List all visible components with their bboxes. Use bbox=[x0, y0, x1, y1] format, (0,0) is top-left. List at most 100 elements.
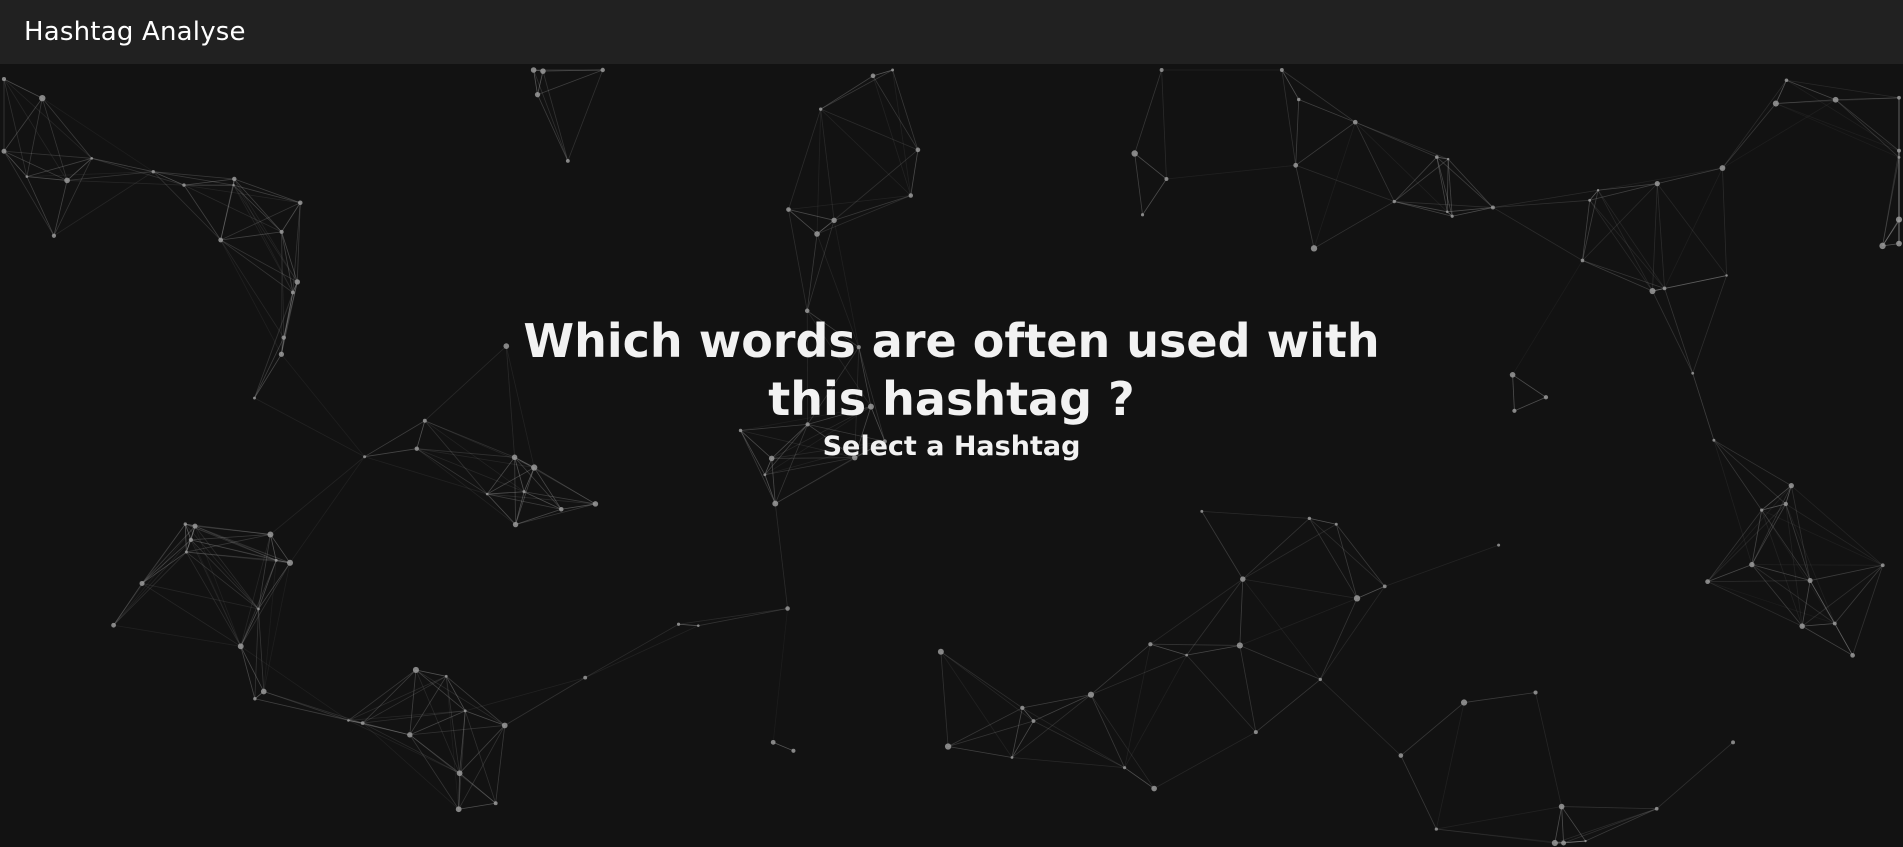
network-node bbox=[1392, 199, 1396, 204]
network-link bbox=[515, 503, 596, 525]
network-link bbox=[1394, 158, 1449, 202]
network-link bbox=[1090, 694, 1155, 789]
network-link bbox=[141, 525, 196, 584]
network-link bbox=[153, 171, 234, 186]
app-title: Hashtag Analyse bbox=[24, 17, 246, 47]
network-link bbox=[3, 78, 92, 159]
network-link bbox=[1713, 439, 1763, 511]
network-link bbox=[1186, 645, 1240, 656]
network-link bbox=[254, 698, 349, 721]
network-node bbox=[232, 176, 237, 182]
network-link bbox=[1239, 645, 1257, 733]
network-node bbox=[1020, 705, 1025, 711]
network-node bbox=[237, 643, 244, 650]
network-node bbox=[278, 351, 285, 357]
network-link bbox=[220, 239, 285, 338]
network-link bbox=[1664, 167, 1723, 289]
network-node bbox=[1551, 839, 1558, 847]
network-node bbox=[414, 446, 419, 451]
network-link bbox=[1751, 564, 1811, 581]
network-node bbox=[1240, 576, 1246, 582]
network-link bbox=[1161, 69, 1167, 179]
network-node bbox=[253, 396, 256, 400]
network-node bbox=[1148, 642, 1153, 647]
network-link bbox=[1554, 808, 1657, 844]
network-node bbox=[294, 279, 301, 285]
network-link bbox=[1242, 518, 1310, 580]
network-link bbox=[1295, 99, 1300, 166]
network-link bbox=[1447, 158, 1494, 208]
network-link bbox=[1255, 679, 1321, 733]
network-node bbox=[257, 607, 260, 611]
network-link bbox=[348, 720, 410, 736]
network-link bbox=[41, 97, 93, 159]
network-link bbox=[153, 171, 235, 180]
network-link bbox=[186, 551, 259, 610]
network-node bbox=[407, 732, 413, 738]
network-link bbox=[495, 725, 506, 804]
network-link bbox=[26, 176, 55, 236]
network-node bbox=[1788, 482, 1794, 489]
network-node bbox=[1543, 395, 1549, 400]
network-node bbox=[565, 158, 570, 163]
network-node bbox=[870, 73, 876, 79]
network-link bbox=[1090, 694, 1125, 768]
network-node bbox=[1446, 157, 1450, 161]
network-link bbox=[1384, 544, 1499, 587]
network-link bbox=[220, 185, 234, 241]
network-link bbox=[1335, 524, 1358, 599]
network-node bbox=[534, 92, 541, 98]
network-node bbox=[347, 719, 350, 722]
network-link bbox=[424, 420, 488, 495]
network-link bbox=[1150, 578, 1244, 645]
network-link bbox=[1722, 103, 1777, 169]
network-link bbox=[1713, 439, 1787, 505]
network-node bbox=[253, 697, 257, 701]
network-node bbox=[1159, 68, 1164, 72]
network-node bbox=[1584, 839, 1587, 843]
network-node bbox=[1588, 198, 1592, 202]
network-link bbox=[504, 677, 586, 726]
network-node bbox=[1236, 642, 1243, 649]
network-link bbox=[772, 608, 789, 743]
network-link bbox=[816, 109, 822, 235]
network-node bbox=[908, 193, 914, 198]
network-node bbox=[786, 207, 791, 212]
network-link bbox=[26, 176, 68, 181]
network-node bbox=[182, 183, 186, 187]
network-node bbox=[139, 580, 145, 586]
network-node bbox=[1760, 508, 1764, 512]
network-link bbox=[487, 493, 596, 505]
network-node bbox=[1712, 438, 1716, 442]
network-node bbox=[274, 558, 278, 562]
network-link bbox=[1722, 99, 1836, 169]
network-node bbox=[281, 335, 286, 340]
network-link bbox=[445, 675, 506, 726]
network-link bbox=[1134, 153, 1143, 215]
network-node bbox=[1497, 543, 1501, 547]
network-node bbox=[1293, 162, 1299, 168]
network-node bbox=[1784, 78, 1789, 83]
network-link bbox=[1786, 79, 1900, 99]
network-link bbox=[113, 624, 241, 647]
network-node bbox=[891, 68, 895, 72]
network-node bbox=[791, 748, 796, 753]
network-link bbox=[816, 220, 835, 235]
network-link bbox=[1090, 654, 1187, 696]
network-link bbox=[194, 525, 242, 647]
network-link bbox=[585, 625, 699, 678]
network-link bbox=[3, 97, 43, 152]
network-link bbox=[1166, 164, 1296, 180]
network-link bbox=[1801, 625, 1853, 656]
network-node bbox=[1398, 753, 1404, 758]
network-link bbox=[940, 651, 1013, 758]
select-hashtag-prompt[interactable]: Select a Hashtag bbox=[490, 430, 1413, 464]
network-link bbox=[1281, 69, 1297, 166]
network-link bbox=[1512, 374, 1547, 398]
network-link bbox=[1535, 692, 1563, 807]
network-node bbox=[1087, 691, 1095, 698]
network-link bbox=[1656, 742, 1734, 810]
network-link bbox=[678, 623, 699, 627]
network-node bbox=[512, 521, 519, 528]
network-link bbox=[537, 94, 569, 162]
